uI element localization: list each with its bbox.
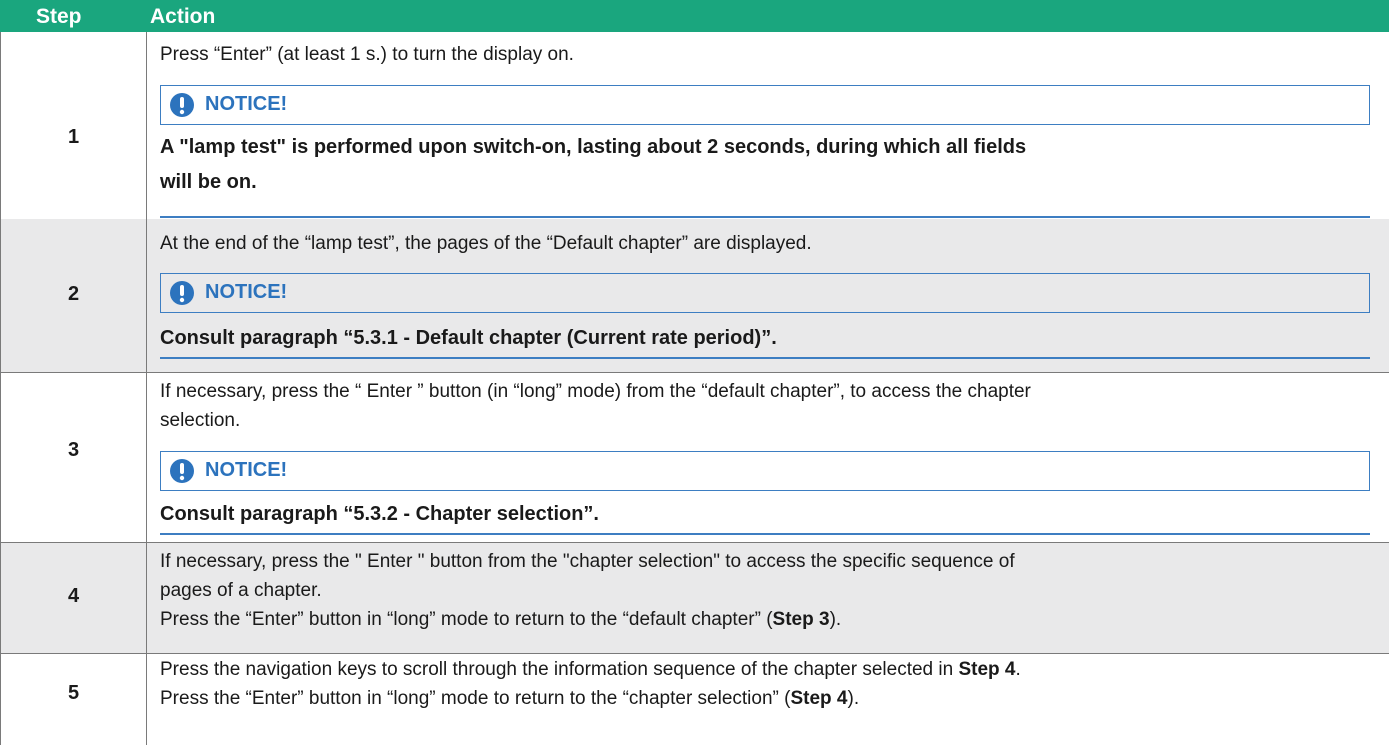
notice-text: Consult paragraph “5.3.1 - Default chapt… (160, 327, 777, 349)
step-text-return: Press the “Enter” button in “long” mode … (160, 609, 842, 630)
step-text: If necessary, press the " Enter " button… (160, 551, 1015, 572)
notice-underline (160, 216, 1370, 218)
notice-underline (160, 533, 1370, 535)
notice-box: NOTICE! (160, 451, 1370, 491)
notice-label: NOTICE! (205, 93, 288, 115)
table-row: 3 If necessary, press the “ Enter ” butt… (0, 373, 1389, 543)
notice-text: A "lamp test" is performed upon switch-o… (160, 136, 1027, 158)
notice-label: NOTICE! (205, 459, 288, 481)
step-text-cont: pages of a chapter. (160, 580, 322, 601)
step-reference: Step 3 (772, 609, 830, 630)
notice-box: NOTICE! (160, 273, 1370, 313)
notice-text: Consult paragraph “5.3.2 - Chapter selec… (160, 503, 599, 525)
exclamation-circle-icon (170, 93, 194, 117)
table-row: 5 Press the navigation keys to scroll th… (0, 654, 1389, 745)
notice-underline (160, 357, 1370, 359)
table-row: 1 Press “Enter” (at least 1 s.) to turn … (0, 32, 1389, 219)
step-text: If necessary, press the “ Enter ” button… (160, 381, 1031, 402)
step-text-return: Press the “Enter” button in “long” mode … (160, 688, 860, 709)
exclamation-circle-icon (170, 459, 194, 483)
step-reference: Step 4 (958, 659, 1016, 680)
header-action: Action (150, 5, 216, 28)
exclamation-circle-icon (170, 281, 194, 305)
step-number: 3 (67, 439, 80, 461)
step-text: At the end of the “lamp test”, the pages… (160, 233, 812, 254)
step-number: 2 (67, 283, 80, 305)
step-number: 4 (67, 585, 80, 607)
step-text-cont: selection. (160, 410, 241, 431)
step-reference: Step 4 (790, 688, 848, 709)
header-step: Step (36, 5, 82, 28)
step-number: 5 (67, 682, 80, 704)
table-row: 2 At the end of the “lamp test”, the pag… (0, 219, 1389, 373)
step-text: Press the navigation keys to scroll thro… (160, 659, 1021, 680)
table-header: Step Action (0, 0, 1389, 32)
notice-box: NOTICE! (160, 85, 1370, 125)
step-number: 1 (67, 126, 80, 148)
step-text: Press “Enter” (at least 1 s.) to turn th… (160, 44, 574, 65)
notice-text-cont: will be on. (160, 171, 257, 193)
table-row: 4 If necessary, press the " Enter " butt… (0, 543, 1389, 654)
notice-label: NOTICE! (205, 281, 288, 303)
